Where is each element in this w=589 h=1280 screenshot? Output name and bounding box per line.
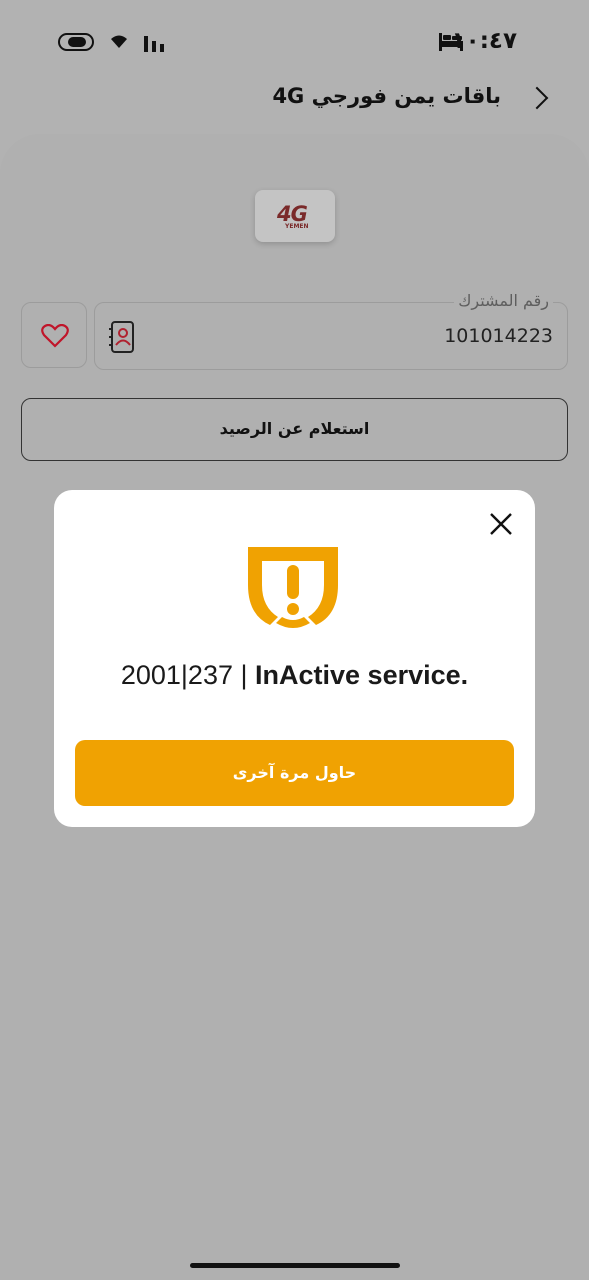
page-title: باقات يمن فورجي 4G — [272, 84, 501, 108]
wifi-icon — [111, 35, 127, 48]
error-code: 2001|237 | — [120, 660, 248, 690]
favorites-button[interactable] — [21, 302, 87, 368]
subscriber-number-field[interactable]: رقم المشترك 101014223 — [94, 291, 568, 370]
heart-icon — [41, 324, 69, 348]
signal-icon — [144, 36, 164, 52]
error-text: InActive service. — [255, 660, 469, 690]
app-header: باقات يمن فورجي 4G — [0, 70, 589, 130]
subscriber-number-value[interactable]: 101014223 — [444, 325, 553, 347]
battery-pill-icon — [58, 33, 94, 51]
home-indicator[interactable] — [190, 1263, 400, 1268]
logo-subtext: YEMEN — [285, 223, 309, 230]
error-dialog: 2001|237 | InActive service. حاول مرة آخ… — [54, 490, 535, 827]
warning-shield-icon — [248, 547, 338, 628]
status-bar: ١٠:٤٧ — [0, 0, 589, 80]
operator-logo: 4G YEMEN — [255, 190, 335, 242]
clock: ١٠:٤٧ — [451, 28, 517, 54]
check-balance-button[interactable]: استعلام عن الرصيد — [21, 398, 568, 461]
retry-button[interactable]: حاول مرة آخرى — [75, 740, 514, 806]
contacts-icon[interactable] — [109, 321, 137, 353]
error-message: 2001|237 | InActive service. — [54, 660, 535, 691]
close-icon[interactable] — [489, 512, 513, 536]
subscriber-number-label: رقم المشترك — [454, 291, 553, 310]
back-arrow-icon[interactable] — [525, 86, 549, 110]
